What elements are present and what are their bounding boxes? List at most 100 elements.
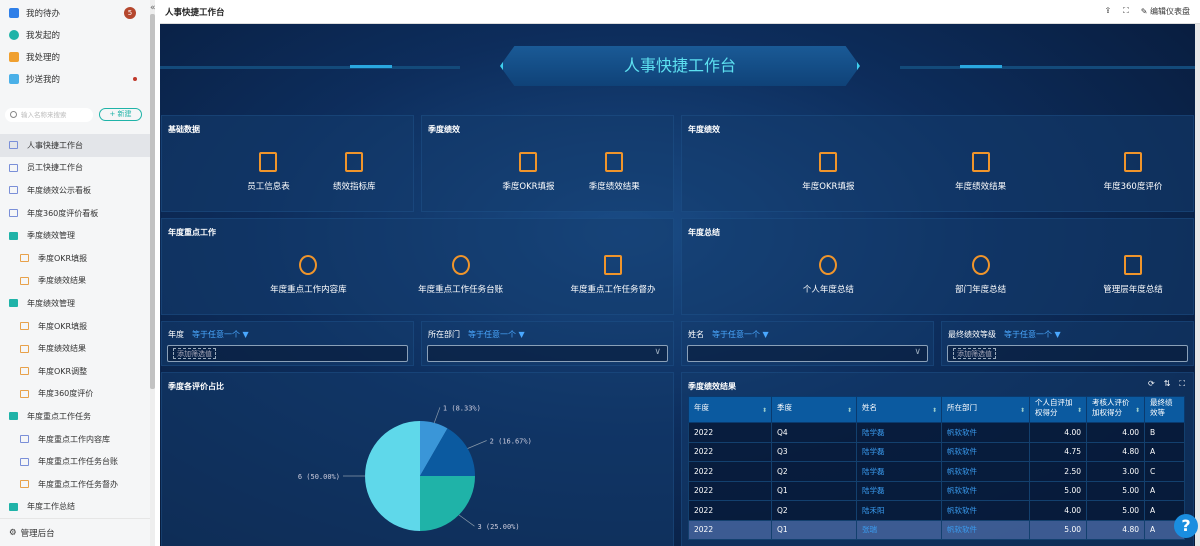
sort-icon[interactable]: ⬍	[1077, 406, 1082, 416]
table-row[interactable]: 2022 Q4 陆学磊 帆软软件 4.00 4.00 B	[688, 422, 1185, 443]
column-header[interactable]: 最终绩效等	[1144, 396, 1185, 423]
help-button[interactable]: ?	[1174, 514, 1198, 538]
quick-link[interactable]: 年度360度评价	[1078, 152, 1188, 192]
sidebar-item[interactable]: 年度OKR填报	[0, 315, 150, 338]
table-cell: 4.00	[1029, 500, 1087, 521]
column-header[interactable]: 季度 ⬍	[771, 396, 857, 423]
quick-link[interactable]: 年度重点工作任务台账	[406, 255, 516, 295]
sort-icon[interactable]: ⬍	[932, 406, 937, 416]
filter-input[interactable]: 添加筛选值	[947, 345, 1188, 362]
sidebar-item[interactable]: 年度绩效管理	[0, 292, 150, 315]
sidebar-item[interactable]: 年度绩效结果	[0, 337, 150, 360]
sidebar-item[interactable]: 季度绩效结果	[0, 270, 150, 293]
refresh-icon[interactable]: ⟳	[1148, 379, 1155, 389]
chevron-down-icon[interactable]: ∨	[914, 347, 921, 357]
sidebar-item-label: 季度OKR填报	[38, 253, 88, 263]
quick-link[interactable]: 季度绩效结果	[559, 152, 669, 192]
add-filter-value[interactable]: 添加筛选值	[173, 348, 216, 359]
column-header[interactable]: 个人自评加权得分 ⬍	[1029, 396, 1087, 423]
sort-icon[interactable]: ⬍	[1020, 406, 1025, 416]
sort-icon[interactable]: ⬍	[847, 406, 852, 416]
table-cell[interactable]: 陆禾阳	[856, 500, 942, 521]
todo-item[interactable]: 我处理的	[0, 46, 150, 68]
table-cell[interactable]: 陆学磊	[856, 461, 942, 482]
sidebar-scrollbar[interactable]	[150, 0, 155, 546]
sidebar-item[interactable]: 年度360度评价	[0, 383, 150, 406]
quick-link[interactable]: 部门年度总结	[926, 255, 1036, 295]
table-row[interactable]: 2022 Q1 陆学磊 帆软软件 5.00 5.00 A	[688, 480, 1185, 501]
share-icon[interactable]: ⇪	[1104, 6, 1111, 17]
quick-link-label: 员工信息表	[247, 182, 290, 192]
table-row[interactable]: 2022 Q3 陆学磊 帆软软件 4.75 4.80 A	[688, 441, 1185, 462]
search-input[interactable]: 输入名称来搜索	[5, 108, 93, 122]
table-row[interactable]: 2022 Q2 陆禾阳 帆软软件 4.00 5.00 A	[688, 500, 1185, 521]
sidebar-item-label: 年度重点工作任务督办	[38, 479, 118, 489]
column-header[interactable]: 年度 ⬍	[688, 396, 772, 423]
table-cell[interactable]: 帆软软件	[941, 500, 1030, 521]
table-cell[interactable]: 陆学磊	[856, 480, 942, 501]
sidebar-item[interactable]: 年度重点工作内容库	[0, 428, 150, 451]
sidebar-item[interactable]: 年度重点工作任务	[0, 405, 150, 428]
todo-item[interactable]: 我发起的	[0, 24, 150, 46]
table-cell[interactable]: 张瑞	[856, 519, 942, 540]
table-cell[interactable]: 帆软软件	[941, 480, 1030, 501]
filter-operator-dropdown[interactable]: 等于任意一个 ▼	[712, 330, 769, 339]
column-header[interactable]: 所在部门 ⬍	[941, 396, 1030, 423]
filter-operator-dropdown[interactable]: 等于任意一个 ▼	[192, 330, 249, 339]
todo-item[interactable]: 抄送我的	[0, 68, 150, 90]
table-cell[interactable]: 帆软软件	[941, 519, 1030, 540]
sidebar-item[interactable]: 季度绩效管理	[0, 224, 150, 247]
sidebar-item[interactable]: 年度重点工作任务台账	[0, 450, 150, 473]
add-filter-value[interactable]: 添加筛选值	[953, 348, 996, 359]
quick-link[interactable]: 年度重点工作任务督办	[558, 255, 668, 295]
sidebar-item[interactable]: 年度重点工作任务督办	[0, 473, 150, 496]
table-cell[interactable]: 帆软软件	[941, 441, 1030, 462]
table-cell[interactable]: 帆软软件	[941, 461, 1030, 482]
todo-icon	[9, 52, 19, 62]
sidebar-item[interactable]: 年度绩效公示看板	[0, 179, 150, 202]
quick-link[interactable]: 年度OKR填报	[773, 152, 883, 192]
sort-icon[interactable]: ⬍	[1135, 406, 1140, 416]
table-cell: 5.00	[1029, 480, 1087, 501]
table-cell[interactable]: 陆学磊	[856, 422, 942, 443]
sidebar-item[interactable]: 季度OKR填报	[0, 247, 150, 270]
quick-link[interactable]: 个人年度总结	[773, 255, 883, 295]
new-button[interactable]: + 新建	[99, 108, 142, 121]
quick-link[interactable]: 年度重点工作内容库	[253, 255, 363, 295]
table-row[interactable]: 2022 Q2 陆学磊 帆软软件 2.50 3.00 C	[688, 461, 1185, 482]
sidebar-item[interactable]: 年度OKR调整	[0, 360, 150, 383]
chevron-down-icon[interactable]: ∨	[654, 347, 661, 357]
page-scrollbar[interactable]	[1195, 24, 1200, 546]
fullscreen-icon[interactable]: ⛶	[1123, 6, 1129, 17]
filter-input[interactable]: ∨	[427, 345, 668, 362]
table-row[interactable]: 2022 Q1 张瑞 帆软软件 5.00 4.80 A	[688, 519, 1185, 540]
sort-icon[interactable]: ⬍	[762, 406, 767, 416]
table-cell[interactable]: 帆软软件	[941, 422, 1030, 443]
filter-operator-dropdown[interactable]: 等于任意一个 ▼	[468, 330, 525, 339]
filter-input[interactable]: ∨	[687, 345, 928, 362]
sidebar-item[interactable]: 年度工作总结	[0, 496, 150, 519]
edit-dashboard-button[interactable]: ✎ 编辑仪表盘	[1141, 6, 1190, 17]
column-header[interactable]: 考核人评价加权得分 ⬍	[1086, 396, 1145, 423]
pie-slice[interactable]	[365, 421, 420, 531]
collapse-sidebar-button[interactable]: «	[150, 3, 158, 13]
quick-link[interactable]: 绩效指标库	[299, 152, 409, 192]
shortcut-icon	[451, 255, 470, 275]
filter-input[interactable]: 添加筛选值	[167, 345, 408, 362]
table-cell[interactable]: 陆学磊	[856, 441, 942, 462]
sidebar-item-label: 年度绩效结果	[38, 344, 86, 354]
pie-slice[interactable]	[420, 476, 475, 531]
table-cell: 5.00	[1086, 500, 1145, 521]
sidebar-item[interactable]: 人事快捷工作台	[0, 134, 150, 157]
quick-link[interactable]: 管理层年度总结	[1078, 255, 1188, 295]
sidebar-item[interactable]: 年度360度评价看板	[0, 202, 150, 225]
column-header[interactable]: 姓名 ⬍	[856, 396, 942, 423]
table-cell: 2022	[688, 480, 772, 501]
fullscreen-icon[interactable]: ⛶	[1179, 379, 1185, 389]
sort-icon[interactable]: ⇅	[1164, 379, 1171, 389]
todo-item[interactable]: 我的待办 5	[0, 2, 150, 24]
filter-operator-dropdown[interactable]: 等于任意一个 ▼	[1004, 330, 1061, 339]
sidebar-item[interactable]: 员工快捷工作台	[0, 157, 150, 180]
admin-link[interactable]: ⚙ 管理后台	[0, 518, 150, 546]
quick-link[interactable]: 年度绩效结果	[926, 152, 1036, 192]
